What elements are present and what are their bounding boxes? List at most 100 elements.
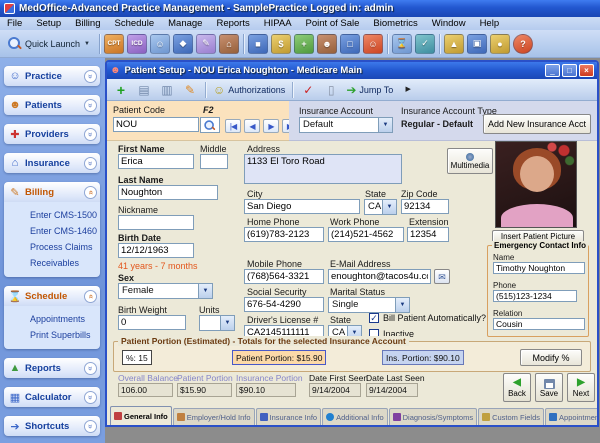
tab-additional-info[interactable]: Additional Info — [322, 408, 388, 425]
claims-icon[interactable]: + — [294, 34, 314, 54]
quick-launch-button[interactable]: Quick Launch ▼ — [3, 35, 95, 52]
window-titlebar[interactable]: ☻ Patient Setup - NOU Erica Noughton - M… — [107, 62, 597, 79]
chevron-expand-icon[interactable]: » — [84, 157, 97, 170]
minimize-button[interactable]: _ — [545, 64, 560, 77]
menu-help[interactable]: Help — [473, 18, 507, 29]
users-icon[interactable]: ☺ — [363, 34, 383, 54]
menu-billing[interactable]: Billing — [68, 18, 107, 29]
chevron-expand-icon[interactable]: » — [84, 128, 97, 141]
chevron-expand-icon[interactable]: » — [84, 99, 97, 112]
sidebar-item-insurance[interactable]: ⌂ Insurance » — [4, 153, 100, 173]
chevron-expand-icon[interactable]: » — [84, 420, 97, 433]
chevron-expand-icon[interactable]: » — [84, 70, 97, 83]
sidebar-item-patients[interactable]: ☻ Patients » — [4, 95, 100, 115]
verify-button[interactable]: ✓ — [298, 81, 318, 99]
tab-insurance-info[interactable]: Insurance Info — [256, 408, 322, 425]
zip-code-input[interactable] — [401, 199, 449, 214]
help-icon[interactable]: ? — [513, 34, 533, 54]
next-button[interactable]: ▶Next — [567, 373, 595, 402]
email-input[interactable] — [328, 269, 431, 284]
state-select[interactable]: CA ▼ — [364, 199, 397, 215]
menu-schedule[interactable]: Schedule — [108, 18, 162, 29]
certificates-icon[interactable]: ✎ — [196, 34, 216, 54]
patient-card-icon[interactable]: ☺ — [150, 34, 170, 54]
sidebar-item-process-claims[interactable]: Process Claims — [4, 239, 100, 255]
tab-custom-fields[interactable]: Custom Fields — [478, 408, 544, 425]
close-button[interactable]: × — [579, 64, 594, 77]
sidebar-item-billing[interactable]: ✎ Billing » — [4, 182, 100, 202]
charts-money-icon[interactable]: ▲ — [444, 34, 464, 54]
save-button[interactable]: ▤ — [134, 81, 154, 99]
add-new-insurance-button[interactable]: Add New Insurance Acct — [483, 114, 591, 134]
jump-to-button[interactable]: ➔ Jump To — [344, 81, 395, 99]
city-input[interactable] — [244, 199, 360, 214]
sidebar-item-providers[interactable]: ✚ Providers » — [4, 124, 100, 144]
marital-status-select[interactable]: Single ▼ — [328, 297, 410, 313]
birth-date-input[interactable] — [118, 243, 194, 258]
sidebar-item-shortcuts[interactable]: ➔ Shortcuts » — [4, 416, 100, 436]
bill-automatically-checkbox[interactable]: ✓ — [369, 313, 379, 323]
sidebar-item-appointments[interactable]: Appointments — [4, 311, 100, 327]
menu-point-of-sale[interactable]: Point of Sale — [299, 18, 367, 29]
units-select[interactable]: ▼ — [199, 315, 235, 331]
security-lock-icon[interactable]: ● — [490, 34, 510, 54]
appointments-screen-icon[interactable]: ■ — [248, 34, 268, 54]
save-record-button[interactable]: Save — [535, 373, 563, 402]
workstation-icon[interactable]: ▣ — [467, 34, 487, 54]
first-record-button[interactable]: |◀ — [225, 119, 241, 133]
tab-general-info[interactable]: General Info — [110, 406, 172, 425]
chevron-expand-icon[interactable]: » — [84, 391, 97, 404]
sidebar-item-practice[interactable]: ☺ Practice » — [4, 66, 100, 86]
toolbar-expand-button[interactable]: ▶ — [398, 81, 418, 99]
patient-code-input[interactable] — [113, 117, 199, 132]
sidebar-item-print-superbills[interactable]: Print Superbills — [4, 327, 100, 343]
sex-select[interactable]: Female ▼ — [118, 283, 213, 299]
emergency-name-input[interactable] — [493, 262, 585, 274]
middle-input[interactable] — [200, 154, 228, 169]
menu-manage[interactable]: Manage — [161, 18, 209, 29]
emergency-relation-input[interactable] — [493, 318, 585, 330]
menu-hipaa[interactable]: HIPAA — [257, 18, 299, 29]
lab-setup-icon[interactable]: ◆ — [173, 34, 193, 54]
reports-timer-icon[interactable]: ⌛ — [392, 34, 412, 54]
authorizations-button[interactable]: ☺ Authorizations — [211, 81, 287, 99]
birth-weight-input[interactable] — [118, 315, 186, 330]
chevron-collapse-icon[interactable]: » — [84, 290, 97, 303]
insurance-companies-icon[interactable]: ⌂ — [219, 34, 239, 54]
previous-record-button[interactable]: ◀ — [244, 119, 260, 133]
first-name-input[interactable] — [118, 154, 194, 169]
insurance-account-select[interactable]: Default ▼ — [299, 117, 393, 133]
sidebar-item-receivables[interactable]: Receivables — [4, 255, 100, 271]
print-card-button[interactable]: ▥ — [157, 81, 177, 99]
back-button[interactable]: ◀Back — [503, 373, 531, 402]
sidebar-item-calculator[interactable]: ▦ Calculator » — [4, 387, 100, 407]
menu-window[interactable]: Window — [425, 18, 473, 29]
home-phone-input[interactable] — [244, 227, 324, 242]
icd-codes-icon[interactable]: ICD — [127, 34, 147, 54]
send-email-button[interactable]: ✉ — [434, 269, 450, 284]
emergency-phone-input[interactable] — [493, 290, 577, 302]
maximize-button[interactable]: □ — [562, 64, 577, 77]
chevron-expand-icon[interactable]: » — [84, 362, 97, 375]
mobile-phone-input[interactable] — [244, 269, 324, 284]
nickname-input[interactable] — [118, 215, 194, 230]
patient-group-icon[interactable]: ☻ — [317, 34, 337, 54]
tab-diagnosis-symptoms[interactable]: Diagnosis/Symptoms — [389, 408, 477, 425]
delete-button[interactable]: ▯ — [321, 81, 341, 99]
sidebar-item-enter-cms-1500[interactable]: Enter CMS-1500 — [4, 207, 100, 223]
checklist-icon[interactable]: ✓ — [415, 34, 435, 54]
menu-biometrics[interactable]: Biometrics — [366, 18, 424, 29]
tab-appointments[interactable]: Appointments — [545, 408, 597, 425]
menu-file[interactable]: File — [0, 18, 29, 29]
payments-icon[interactable]: $ — [271, 34, 291, 54]
edit-button[interactable]: ✎ — [180, 81, 200, 99]
work-phone-input[interactable] — [328, 227, 404, 242]
add-patient-button[interactable]: + — [111, 81, 131, 99]
scheduler-screen-icon[interactable]: □ — [340, 34, 360, 54]
menu-setup[interactable]: Setup — [29, 18, 68, 29]
next-record-button[interactable]: ▶ — [263, 119, 279, 133]
social-security-input[interactable] — [244, 297, 324, 312]
tab-employer-hold-info[interactable]: Employer/Hold Info — [173, 408, 255, 425]
chevron-collapse-icon[interactable]: » — [84, 186, 97, 199]
menu-reports[interactable]: Reports — [209, 18, 256, 29]
